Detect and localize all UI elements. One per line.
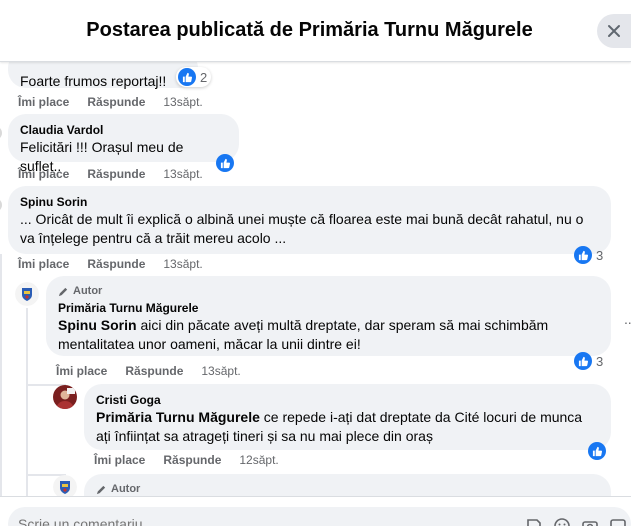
reaction-number: 3 xyxy=(596,247,604,263)
gif-icon[interactable] xyxy=(609,517,627,526)
comment-author[interactable]: Spinu Sorin xyxy=(20,194,599,210)
sticker-icon[interactable] xyxy=(525,517,543,526)
like-button[interactable]: Îmi place xyxy=(94,452,145,468)
reply-bubble: Autor Primăria Turnu Măgurele Spinu Sori… xyxy=(46,276,611,356)
comment-author[interactable]: Primăria Turnu Măgurele xyxy=(58,300,599,316)
like-button[interactable]: Îmi place xyxy=(18,94,69,110)
coat-of-arms-icon xyxy=(53,475,77,496)
comment-actions: Îmi place Răspunde 12săpt. xyxy=(94,452,279,468)
comment-author[interactable]: Cristi Goga xyxy=(96,392,599,408)
timestamp[interactable]: 13săpt. xyxy=(163,166,202,182)
like-icon xyxy=(178,68,196,86)
comment-actions: Îmi place Răspunde 13săpt. xyxy=(56,363,241,379)
avatar[interactable] xyxy=(0,126,2,140)
comment-text: ... Oricât de mult îi explică o albină u… xyxy=(20,211,584,246)
timestamp[interactable]: 12săpt. xyxy=(239,452,278,468)
timestamp[interactable]: 13săpt. xyxy=(201,363,240,379)
avatar[interactable] xyxy=(53,385,77,409)
like-icon xyxy=(216,154,234,172)
close-icon xyxy=(608,25,620,37)
comment-input[interactable] xyxy=(18,516,418,526)
reply-button[interactable]: Răspunde xyxy=(87,94,145,110)
reply-bubble: Autor xyxy=(84,474,611,496)
pencil-icon xyxy=(58,287,68,296)
comment-bubble: Foarte frumos reportaj!! xyxy=(8,62,198,89)
comment-text: Spinu Sorin aici din păcate aveți multă … xyxy=(58,317,549,352)
reply-button[interactable]: Răspunde xyxy=(87,166,145,182)
author-badge: Autor xyxy=(96,482,599,496)
reply-button[interactable]: Răspunde xyxy=(125,363,183,379)
composer-icons xyxy=(525,517,627,526)
like-button[interactable]: Îmi place xyxy=(56,363,107,379)
like-button[interactable]: Îmi place xyxy=(18,256,69,272)
comment-text: Primăria Turnu Măgurele ce repede i-ați … xyxy=(96,409,583,444)
avatar[interactable] xyxy=(0,198,2,212)
reaction-count[interactable]: 2 xyxy=(176,67,212,87)
reaction-number: 2 xyxy=(200,69,208,85)
profile-photo-icon xyxy=(53,385,77,409)
reply-bubble: Cristi Goga Primăria Turnu Măgurele ce r… xyxy=(84,384,611,450)
camera-icon[interactable] xyxy=(581,517,599,526)
reply-button[interactable]: Răspunde xyxy=(163,452,221,468)
dialog-title: Postarea publicată de Primăria Turnu Măg… xyxy=(86,19,533,41)
emoji-icon[interactable] xyxy=(553,517,571,526)
reply-button[interactable]: Răspunde xyxy=(87,256,145,272)
reaction-count[interactable]: 3 xyxy=(574,352,603,370)
avatar[interactable] xyxy=(53,475,77,496)
thread-line xyxy=(0,254,2,496)
comment-actions: Îmi place Răspunde 13săpt. xyxy=(18,94,203,110)
like-icon xyxy=(574,352,592,370)
reaction-count[interactable] xyxy=(216,154,234,172)
thread-line xyxy=(26,308,28,496)
dialog-header: Postarea publicată de Primăria Turnu Măg… xyxy=(0,0,631,62)
mention-link[interactable]: Spinu Sorin xyxy=(58,317,137,333)
avatar[interactable] xyxy=(15,282,39,306)
like-button[interactable]: Îmi place xyxy=(18,166,69,182)
coat-of-arms-icon xyxy=(15,282,39,306)
timestamp[interactable]: 13săpt. xyxy=(163,94,202,110)
pencil-icon xyxy=(96,485,106,494)
comment-author[interactable]: Claudia Vardol xyxy=(20,122,227,138)
mention-link[interactable]: Primăria Turnu Măgurele xyxy=(96,409,260,425)
comment-bubble: Spinu Sorin ... Oricât de mult îi explic… xyxy=(8,186,611,254)
reaction-count[interactable]: 3 xyxy=(574,246,603,264)
comment-actions: Îmi place Răspunde 13săpt. xyxy=(18,166,203,182)
timestamp[interactable]: 13săpt. xyxy=(163,256,202,272)
reaction-count[interactable] xyxy=(588,442,606,460)
like-icon xyxy=(574,246,592,264)
comment-actions: Îmi place Răspunde 13săpt. xyxy=(18,256,203,272)
author-badge: Autor xyxy=(58,284,599,298)
reaction-number: 3 xyxy=(596,353,604,369)
comment-bubble: Claudia Vardol Felicitări !!! Orașul meu… xyxy=(8,114,239,174)
comment-text: Foarte frumos reportaj!! xyxy=(20,73,167,89)
comment-composer xyxy=(0,496,631,526)
more-options-button[interactable]: ·· xyxy=(624,314,631,330)
close-button[interactable] xyxy=(597,14,631,48)
like-icon xyxy=(588,442,606,460)
comments-feed[interactable]: Foarte frumos reportaj!! 2 Îmi place Răs… xyxy=(0,62,631,496)
